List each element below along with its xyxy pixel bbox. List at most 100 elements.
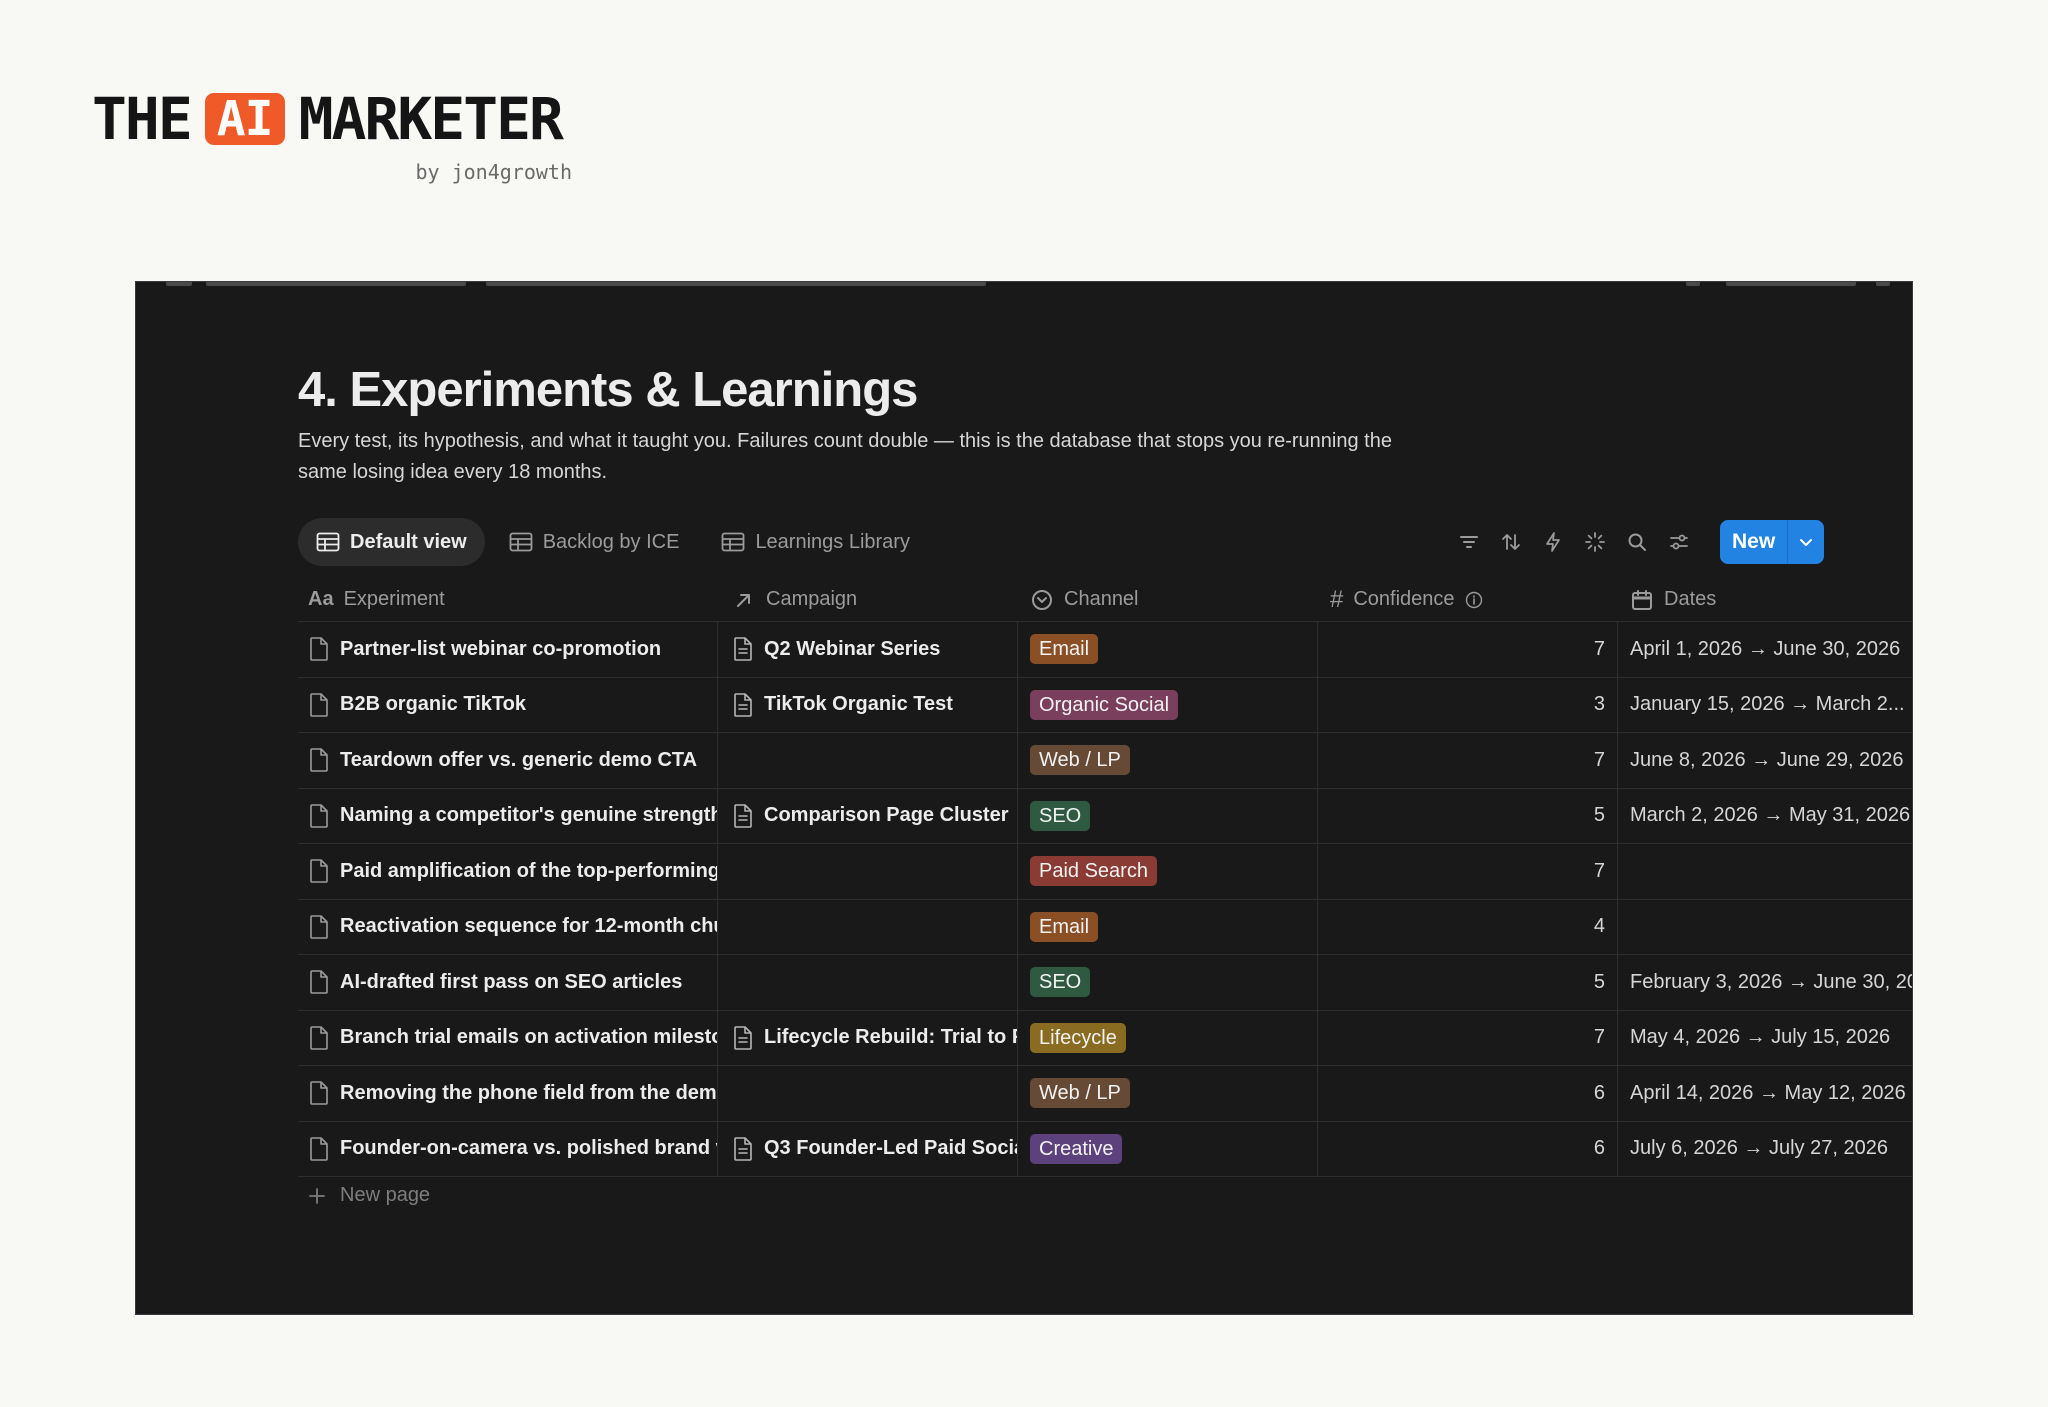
page-title: 4. Experiments & Learnings bbox=[298, 363, 918, 417]
campaign-link[interactable]: TikTok Organic Test bbox=[764, 693, 953, 716]
tab-label: Default view bbox=[350, 530, 467, 553]
tab-backlog-by-ice[interactable]: Backlog by ICE bbox=[491, 518, 698, 566]
channel-cell[interactable]: Lifecycle bbox=[1018, 1010, 1318, 1065]
campaign-link[interactable]: Q2 Webinar Series bbox=[764, 638, 940, 661]
table-icon bbox=[721, 532, 745, 552]
campaign-cell[interactable] bbox=[718, 955, 1018, 1010]
channel-cell[interactable]: Web / LP bbox=[1018, 1066, 1318, 1121]
ai-sparkle-icon[interactable] bbox=[1582, 529, 1608, 555]
date-range: July 6, 2026 → July 27, 2026 bbox=[1630, 1137, 1888, 1160]
new-button[interactable]: New bbox=[1720, 520, 1787, 564]
confidence-cell[interactable]: 6 bbox=[1318, 1066, 1618, 1121]
campaign-cell[interactable]: TikTok Organic Test bbox=[718, 677, 1018, 732]
campaign-link[interactable]: Lifecycle Rebuild: Trial to Paid bbox=[764, 1026, 1017, 1049]
table-row[interactable]: Naming a competitor's genuine strengths C… bbox=[298, 788, 1912, 844]
experiment-cell[interactable]: Paid amplification of the top-performing bbox=[298, 844, 718, 899]
column-header-campaign[interactable]: Campaign bbox=[718, 578, 1018, 621]
table-row[interactable]: Branch trial emails on activation milest… bbox=[298, 1010, 1912, 1066]
dates-cell[interactable]: February 3, 2026 → June 30, 2026 bbox=[1618, 955, 1912, 1010]
settings-sliders-icon[interactable] bbox=[1666, 529, 1692, 555]
date-range: April 1, 2026 → June 30, 2026 bbox=[1630, 637, 1901, 660]
automation-bolt-icon[interactable] bbox=[1540, 529, 1566, 555]
experiment-cell[interactable]: Partner-list webinar co-promotion bbox=[298, 622, 718, 677]
table-row[interactable]: Partner-list webinar co-promotion Q2 Webi… bbox=[298, 622, 1912, 678]
table-row[interactable]: Removing the phone field from the demo f… bbox=[298, 1066, 1912, 1122]
channel-cell[interactable]: Email bbox=[1018, 899, 1318, 954]
experiment-cell[interactable]: Founder-on-camera vs. polished brand vid… bbox=[298, 1121, 718, 1176]
channel-cell[interactable]: Web / LP bbox=[1018, 733, 1318, 788]
channel-tag: Creative bbox=[1030, 1133, 1123, 1164]
tab-learnings-library[interactable]: Learnings Library bbox=[703, 518, 928, 566]
table-header: Aa Experiment Campaign Channel # Confide… bbox=[298, 578, 1912, 622]
column-header-confidence[interactable]: # Confidence bbox=[1318, 578, 1618, 621]
search-icon[interactable] bbox=[1624, 529, 1650, 555]
confidence-cell[interactable]: 5 bbox=[1318, 788, 1618, 843]
page-icon bbox=[308, 858, 330, 884]
dates-cell[interactable]: April 14, 2026 → May 12, 2026 bbox=[1618, 1066, 1912, 1121]
table-row[interactable]: AI-drafted first pass on SEO articles SEO… bbox=[298, 955, 1912, 1011]
confidence-cell[interactable]: 6 bbox=[1318, 1121, 1618, 1176]
dates-cell[interactable] bbox=[1618, 900, 1912, 955]
date-range: June 8, 2026 → June 29, 2026 bbox=[1630, 748, 1904, 771]
experiment-title: Partner-list webinar co-promotion bbox=[340, 637, 662, 660]
cropped-top-bar bbox=[136, 282, 1912, 292]
experiment-cell[interactable]: Teardown offer vs. generic demo CTA bbox=[298, 733, 718, 788]
table-row[interactable]: B2B organic TikTok TikTok Organic Test Org… bbox=[298, 677, 1912, 733]
campaign-cell[interactable]: Q2 Webinar Series bbox=[718, 622, 1018, 677]
dates-cell[interactable]: May 4, 2026 → July 15, 2026 bbox=[1618, 1011, 1912, 1066]
confidence-cell[interactable]: 5 bbox=[1318, 955, 1618, 1010]
confidence-cell[interactable]: 7 bbox=[1318, 1010, 1618, 1065]
table-row[interactable]: Teardown offer vs. generic demo CTA Web /… bbox=[298, 733, 1912, 789]
filter-icon[interactable] bbox=[1456, 529, 1482, 555]
campaign-link[interactable]: Q3 Founder-Led Paid Social bbox=[764, 1137, 1017, 1160]
new-dropdown-chevron-icon[interactable] bbox=[1787, 520, 1824, 564]
campaign-cell[interactable]: Q3 Founder-Led Paid Social bbox=[718, 1121, 1018, 1176]
confidence-cell[interactable]: 7 bbox=[1318, 733, 1618, 788]
channel-cell[interactable]: Email bbox=[1018, 622, 1318, 677]
dates-cell[interactable]: March 2, 2026 → May 31, 2026 bbox=[1618, 789, 1912, 844]
experiment-cell[interactable]: Naming a competitor's genuine strengths bbox=[298, 788, 718, 843]
sort-icon[interactable] bbox=[1498, 529, 1524, 555]
dates-cell[interactable]: July 6, 2026 → July 27, 2026 bbox=[1618, 1122, 1912, 1177]
channel-cell[interactable]: Organic Social bbox=[1018, 677, 1318, 732]
experiment-cell[interactable]: AI-drafted first pass on SEO articles bbox=[298, 955, 718, 1010]
campaign-cell[interactable] bbox=[718, 844, 1018, 899]
campaign-cell[interactable] bbox=[718, 899, 1018, 954]
table-row[interactable]: Founder-on-camera vs. polished brand vid… bbox=[298, 1121, 1912, 1177]
experiment-cell[interactable]: B2B organic TikTok bbox=[298, 677, 718, 732]
column-header-channel[interactable]: Channel bbox=[1018, 578, 1318, 621]
dates-cell[interactable]: June 8, 2026 → June 29, 2026 bbox=[1618, 733, 1912, 788]
campaign-cell[interactable] bbox=[718, 1066, 1018, 1121]
channel-cell[interactable]: SEO bbox=[1018, 955, 1318, 1010]
table-icon bbox=[509, 532, 533, 552]
campaign-link[interactable]: Comparison Page Cluster bbox=[764, 804, 1009, 827]
new-page-row[interactable]: New page bbox=[308, 1184, 430, 1207]
column-header-dates[interactable]: Dates bbox=[1618, 578, 1912, 621]
experiment-cell[interactable]: Branch trial emails on activation milest… bbox=[298, 1010, 718, 1065]
confidence-cell[interactable]: 4 bbox=[1318, 899, 1618, 954]
dates-cell[interactable]: January 15, 2026 → March 2... bbox=[1618, 678, 1912, 733]
campaign-cell[interactable]: Comparison Page Cluster bbox=[718, 788, 1018, 843]
dates-cell[interactable]: April 1, 2026 → June 30, 2026 bbox=[1618, 622, 1912, 677]
campaign-cell[interactable]: Lifecycle Rebuild: Trial to Paid bbox=[718, 1010, 1018, 1065]
table-row[interactable]: Paid amplification of the top-performing… bbox=[298, 844, 1912, 900]
confidence-cell[interactable]: 3 bbox=[1318, 677, 1618, 732]
confidence-cell[interactable]: 7 bbox=[1318, 622, 1618, 677]
table-row[interactable]: Reactivation sequence for 12-month churn… bbox=[298, 899, 1912, 955]
page-icon bbox=[308, 803, 330, 829]
confidence-cell[interactable]: 7 bbox=[1318, 844, 1618, 899]
channel-cell[interactable]: Creative bbox=[1018, 1121, 1318, 1176]
experiment-cell[interactable]: Removing the phone field from the demo f… bbox=[298, 1066, 718, 1121]
experiment-cell[interactable]: Reactivation sequence for 12-month churn… bbox=[298, 899, 718, 954]
tab-default-view[interactable]: Default view bbox=[298, 518, 485, 566]
confidence-value: 3 bbox=[1593, 693, 1605, 716]
channel-cell[interactable]: SEO bbox=[1018, 788, 1318, 843]
info-icon[interactable] bbox=[1465, 591, 1483, 609]
linked-page-icon bbox=[732, 1136, 754, 1162]
dates-cell[interactable] bbox=[1618, 844, 1912, 899]
column-header-experiment[interactable]: Aa Experiment bbox=[298, 578, 718, 621]
campaign-cell[interactable] bbox=[718, 733, 1018, 788]
tab-label: Backlog by ICE bbox=[542, 530, 680, 553]
experiment-title: Teardown offer vs. generic demo CTA bbox=[340, 748, 698, 771]
channel-cell[interactable]: Paid Search bbox=[1018, 844, 1318, 899]
